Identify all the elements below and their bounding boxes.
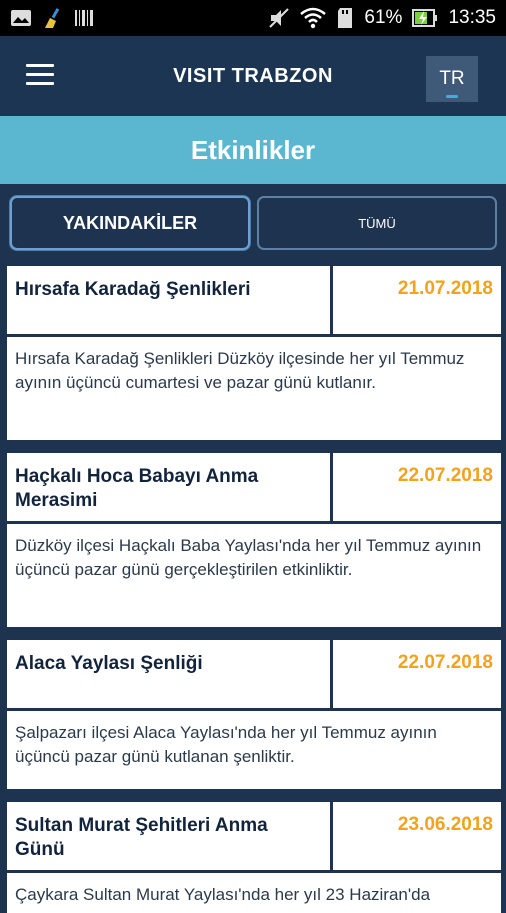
event-description: Hırsafa Karadağ Şenlikleri Düzköy ilçesi… — [7, 337, 501, 440]
wifi-icon — [300, 7, 327, 29]
event-description: Çaykara Sultan Murat Yaylası'nda her yıl… — [7, 873, 501, 913]
mute-icon — [268, 7, 290, 29]
battery-charging-icon — [412, 8, 438, 28]
battery-percent: 61% — [364, 7, 403, 28]
sd-card-icon — [336, 7, 354, 29]
clock: 13:35 — [448, 7, 496, 28]
event-title: Sultan Murat Şehitleri Anma Günü — [7, 802, 333, 870]
event-title: Haçkalı Hoca Babayı Anma Merasimi — [7, 453, 333, 521]
event-title: Hırsafa Karadağ Şenlikleri — [7, 266, 333, 334]
event-description: Şalpazarı ilçesi Alaca Yaylası'nda her y… — [7, 711, 501, 789]
barcode-icon — [74, 8, 94, 28]
page-title: Etkinlikler — [0, 116, 506, 184]
tab-all[interactable]: TÜMÜ — [257, 196, 497, 250]
event-date: 23.06.2018 — [397, 814, 493, 835]
event-tabs: YAKINDAKİLER TÜMÜ — [0, 184, 506, 260]
broom-icon — [42, 7, 64, 29]
event-header: Sultan Murat Şehitleri Anma Günü 23.06.2… — [7, 802, 501, 870]
event-date: 21.07.2018 — [397, 278, 493, 299]
image-icon — [10, 9, 32, 27]
event-date: 22.07.2018 — [397, 465, 493, 486]
tab-upcoming[interactable]: YAKINDAKİLER — [10, 196, 250, 250]
event-header: Hırsafa Karadağ Şenlikleri 21.07.2018 — [7, 266, 501, 334]
status-bar: 61% 13:35 — [0, 0, 506, 36]
app-bar: VISIT TRABZON TR — [0, 36, 506, 116]
event-date: 22.07.2018 — [397, 652, 493, 673]
menu-icon[interactable] — [26, 64, 54, 86]
language-button[interactable]: TR — [426, 56, 478, 102]
event-description: Düzköy ilçesi Haçkalı Baba Yaylası'nda h… — [7, 524, 501, 627]
event-header: Alaca Yaylası Şenliği 22.07.2018 — [7, 640, 501, 708]
language-label: TR — [439, 68, 465, 89]
event-header: Haçkalı Hoca Babayı Anma Merasimi 22.07.… — [7, 453, 501, 521]
language-indicator — [446, 95, 458, 98]
event-title: Alaca Yaylası Şenliği — [7, 640, 333, 708]
